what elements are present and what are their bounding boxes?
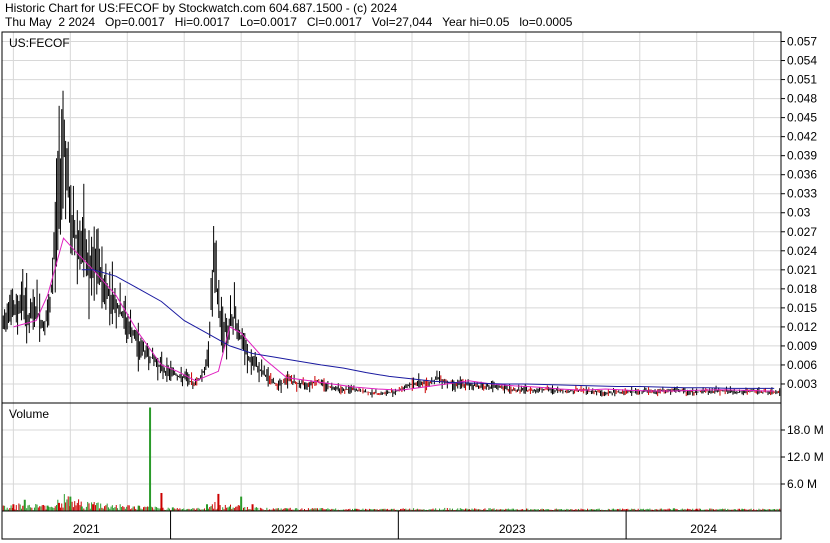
- price-tick-label: 0.012: [787, 320, 817, 334]
- price-tick-label: 0.021: [787, 263, 817, 277]
- price-panel-frame: [1, 31, 782, 404]
- price-tick-label: 0.051: [787, 73, 817, 87]
- axis-labels: 0.0570.0540.0510.0480.0450.0420.0390.036…: [73, 35, 824, 536]
- price-tick-label: 0.018: [787, 282, 817, 296]
- year-label: 2021: [73, 522, 100, 536]
- price-tick-label: 0.024: [787, 244, 817, 258]
- price-tick-label: 0.033: [787, 187, 817, 201]
- price-tick-label: 0.027: [787, 225, 817, 239]
- price-tick-label: 0.009: [787, 339, 817, 353]
- volume-tick-label: 12.0 M: [787, 450, 824, 464]
- year-label: 2023: [499, 522, 526, 536]
- price-tick-label: 0.054: [787, 54, 817, 68]
- price-tick-label: 0.006: [787, 358, 817, 372]
- price-tick-label: 0.045: [787, 111, 817, 125]
- grid-layer: [2, 32, 781, 511]
- price-tick-label: 0.036: [787, 168, 817, 182]
- price-tick-label: 0.039: [787, 149, 817, 163]
- price-tick-label: 0.057: [787, 35, 817, 49]
- volume-tick-label: 18.0 M: [787, 423, 824, 437]
- price-panel-title: US:FECOF: [9, 36, 70, 50]
- volume-panel-title: Volume: [9, 407, 49, 421]
- price-tick-label: 0.048: [787, 92, 817, 106]
- date-axis-frame: [1, 510, 782, 540]
- volume-bars: [1, 407, 781, 511]
- ma_slow-line: [81, 269, 775, 389]
- volume-tick-label: 6.0 M: [787, 477, 817, 491]
- price-tick-label: 0.03: [787, 206, 811, 220]
- price-tick-label: 0.003: [787, 377, 817, 391]
- year-label: 2024: [690, 522, 717, 536]
- chart-canvas: 0.0570.0540.0510.0480.0450.0420.0390.036…: [1, 31, 824, 540]
- chart-frame: [1, 31, 785, 540]
- price-tick-label: 0.042: [787, 130, 817, 144]
- price-tick-label: 0.015: [787, 301, 817, 315]
- stockwatch-chart: Historic Chart for US:FECOF by Stockwatc…: [0, 0, 830, 543]
- year-label: 2022: [271, 522, 298, 536]
